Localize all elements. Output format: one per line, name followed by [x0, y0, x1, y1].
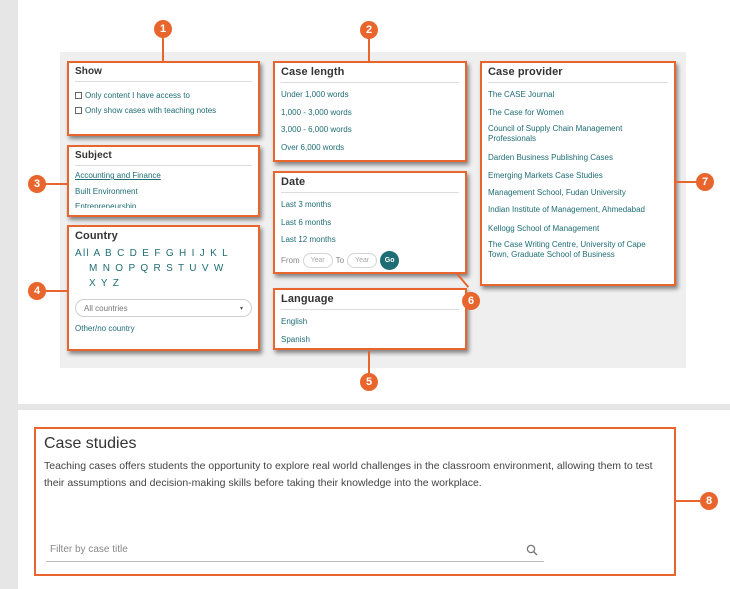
language-spanish[interactable]: Spanish	[281, 331, 459, 349]
callout-8: 8	[700, 492, 718, 510]
provider-emerging-markets[interactable]: Emerging Markets Case Studies	[488, 167, 668, 185]
callout-8-line	[676, 500, 700, 502]
callout-1: 1	[154, 20, 172, 38]
callout-4-line	[45, 290, 67, 292]
access-checkbox-label: Only content I have access to	[85, 91, 190, 100]
access-checkbox[interactable]	[75, 92, 82, 99]
other-country-link[interactable]: Other/no country	[75, 323, 252, 335]
provider-case-for-women[interactable]: The Case for Women	[488, 104, 668, 122]
provider-cape-town[interactable]: The Case Writing Centre, University of C…	[488, 240, 668, 260]
provider-fudan[interactable]: Management School, Fudan University	[488, 184, 668, 202]
date-last-3-months[interactable]: Last 3 months	[281, 196, 459, 214]
subject-item-accounting[interactable]: Accounting and Finance	[75, 169, 252, 183]
access-checkbox-row[interactable]: Only content I have access to	[75, 88, 252, 103]
letters-row-2[interactable]: M N O P Q R S T U V W	[75, 261, 252, 276]
language-title: Language	[281, 293, 459, 310]
callout-1-line	[162, 36, 164, 61]
callout-5-line	[368, 351, 370, 374]
from-label: From	[281, 255, 300, 265]
from-year-input[interactable]: Year	[302, 252, 333, 268]
length-1000-3000[interactable]: 1,000 - 3,000 words	[281, 104, 459, 122]
length-under-1000[interactable]: Under 1,000 words	[281, 86, 459, 104]
subject-panel: Subject Accounting and Finance Built Env…	[67, 145, 260, 217]
provider-case-journal[interactable]: The CASE Journal	[488, 86, 668, 104]
provider-darden[interactable]: Darden Business Publishing Cases	[488, 149, 668, 167]
teaching-notes-checkbox-row[interactable]: Only show cases with teaching notes	[75, 103, 252, 118]
go-button[interactable]: Go	[380, 250, 400, 270]
callout-4: 4	[28, 282, 46, 300]
language-panel: Language English Spanish	[273, 288, 467, 350]
length-3000-6000[interactable]: 3,000 - 6,000 words	[281, 121, 459, 139]
country-panel: Country All A B C D E F G H I J K L M N …	[67, 225, 260, 351]
provider-supply-chain[interactable]: Council of Supply Chain Management Profe…	[488, 124, 668, 144]
search-icon[interactable]	[526, 544, 538, 556]
country-letter-index[interactable]: All A B C D E F G H I J K L M N O P Q R …	[75, 246, 252, 291]
case-studies-title: Case studies	[44, 435, 137, 452]
case-provider-panel: Case provider The CASE Journal The Case …	[480, 61, 676, 286]
callout-3-line	[45, 183, 67, 185]
callout-7-line	[676, 181, 696, 183]
case-provider-title: Case provider	[488, 66, 668, 83]
date-range-row: From Year To Year Go	[281, 250, 459, 270]
callout-2: 2	[360, 21, 378, 39]
callout-6: 6	[462, 292, 480, 310]
show-panel: Show Only content I have access to Only …	[67, 61, 260, 136]
language-english[interactable]: English	[281, 313, 459, 331]
date-title: Date	[281, 176, 459, 193]
callout-2-line	[368, 38, 370, 61]
case-length-title: Case length	[281, 66, 459, 83]
date-last-12-months[interactable]: Last 12 months	[281, 231, 459, 249]
date-panel: Date Last 3 months Last 6 months Last 12…	[273, 171, 467, 274]
subject-item-built-environment[interactable]: Built Environment	[75, 183, 252, 200]
length-over-6000[interactable]: Over 6,000 words	[281, 139, 459, 157]
callout-7: 7	[696, 173, 714, 191]
show-title: Show	[75, 66, 252, 82]
country-select[interactable]: All countries ▾	[75, 299, 252, 317]
to-label: To	[335, 255, 345, 265]
date-last-6-months[interactable]: Last 6 months	[281, 214, 459, 232]
case-studies-panel: Case studies Teaching cases offers stude…	[34, 427, 676, 576]
case-title-filter-input[interactable]: Filter by case title	[46, 538, 544, 562]
country-title: Country	[75, 230, 118, 242]
callout-3: 3	[28, 175, 46, 193]
filter-placeholder: Filter by case title	[50, 544, 128, 555]
provider-kellogg[interactable]: Kellogg School of Management	[488, 220, 668, 238]
letters-row-1[interactable]: All A B C D E F G H I J K L	[75, 246, 252, 261]
case-length-panel: Case length Under 1,000 words 1,000 - 3,…	[273, 61, 467, 162]
teaching-notes-checkbox[interactable]	[75, 107, 82, 114]
letters-row-3[interactable]: X Y Z	[75, 276, 252, 291]
subject-title: Subject	[75, 150, 252, 166]
provider-iim-ahmedabad[interactable]: Indian Institute of Management, Ahmedaba…	[488, 205, 668, 215]
case-studies-description: Teaching cases offers students the oppor…	[44, 460, 653, 489]
to-year-input[interactable]: Year	[347, 252, 378, 268]
country-select-value: All countries	[84, 303, 128, 313]
teaching-notes-checkbox-label: Only show cases with teaching notes	[85, 106, 217, 115]
callout-5: 5	[360, 373, 378, 391]
dropdown-arrow-icon: ▾	[239, 305, 243, 312]
subject-item-entrepreneurship[interactable]: Entrepreneurship	[75, 200, 252, 208]
